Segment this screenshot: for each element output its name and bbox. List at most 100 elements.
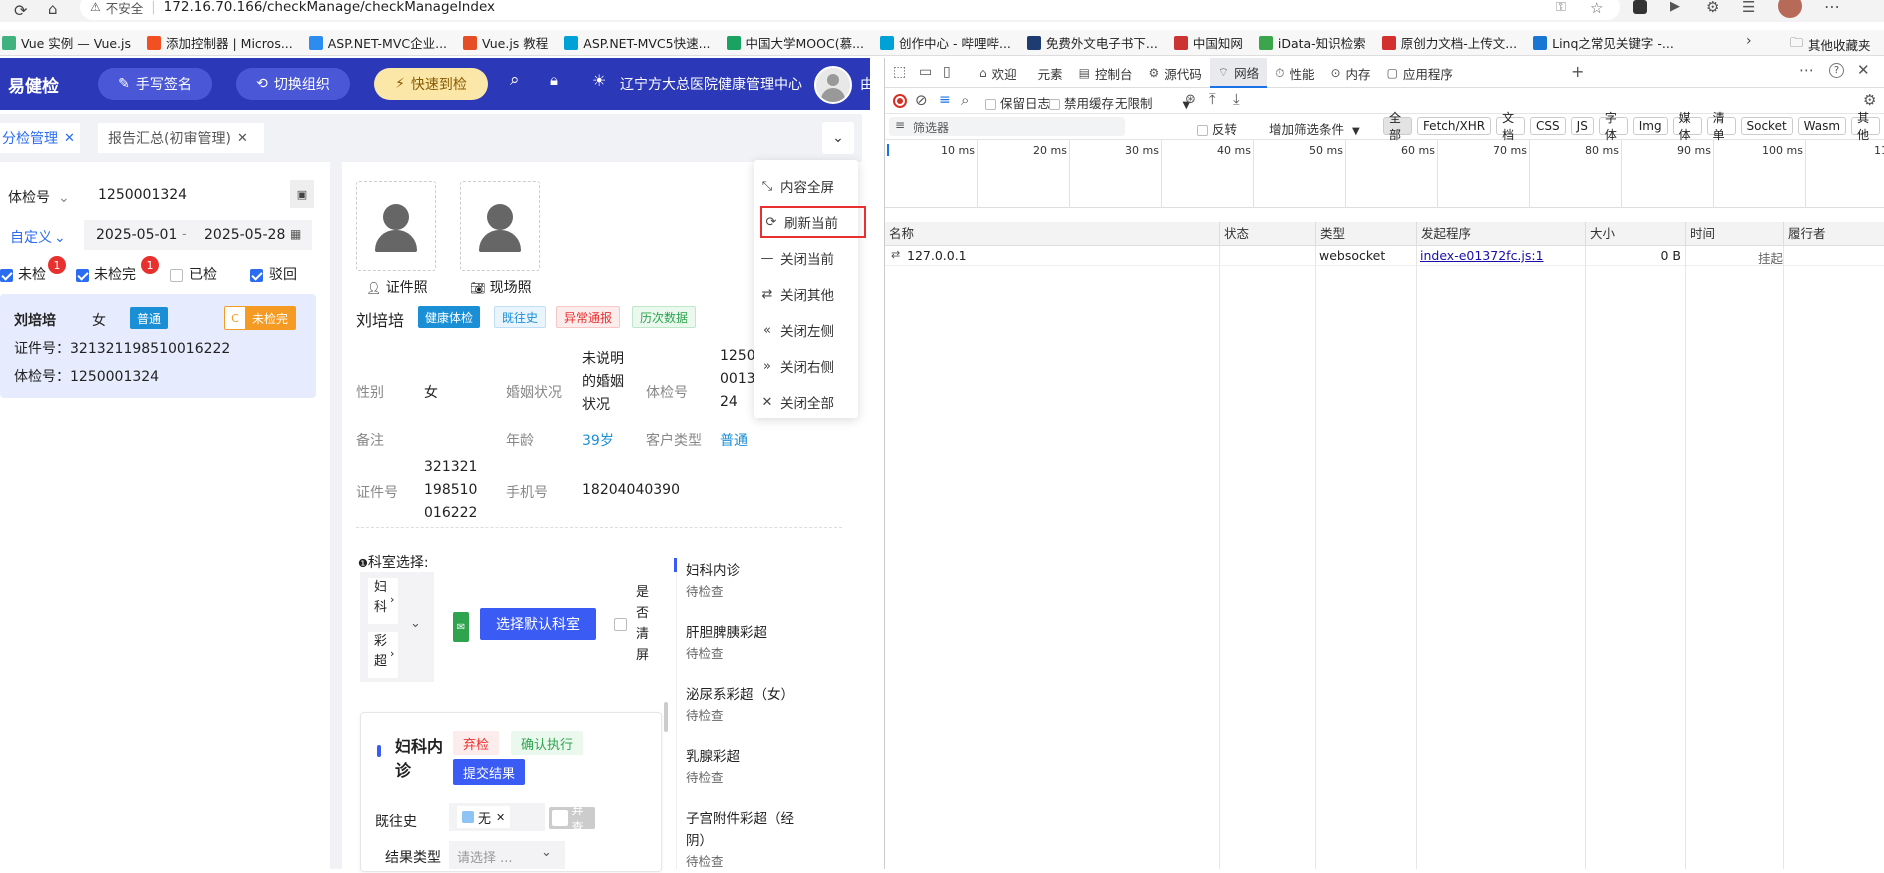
checkbox[interactable] [250, 269, 263, 282]
filter-incomplete[interactable]: 未检完 [76, 264, 136, 284]
dept-chip-ultrasound[interactable]: 彩超 › [368, 632, 398, 678]
column-header[interactable]: 发起程序 [1416, 222, 1471, 246]
type-filter[interactable]: 媒体 [1672, 111, 1702, 142]
other-bookmarks[interactable]: 其他收藏夹 [1808, 35, 1871, 54]
lock-icon[interactable]: 🔒︎ [550, 71, 558, 89]
devtools-tab[interactable]: ⏱ 性能 [1267, 58, 1322, 88]
column-header[interactable]: 类型 [1315, 222, 1345, 246]
tab-report-summary[interactable]: 报告汇总(初审管理) ✕ [98, 123, 264, 153]
date-range-input[interactable]: 2025-05-01 - 2025-05-28 ▦ [84, 220, 312, 250]
reload-icon[interactable]: ⟳ [14, 1, 27, 20]
exam-item[interactable]: 子宫附件彩超（经 阴） 待检查 [686, 808, 856, 873]
search-input[interactable]: 1250001324 [98, 187, 187, 203]
confirm-button[interactable]: 确认执行 [511, 731, 584, 755]
puzzle-icon[interactable]: ⚙ [1706, 0, 1719, 16]
type-filter[interactable]: 其他 [1851, 111, 1881, 142]
devtools-tab[interactable]: ▢ 应用程序 [1379, 58, 1461, 88]
column-header[interactable]: 履行者 [1783, 222, 1826, 246]
checkbox[interactable] [0, 269, 13, 282]
profile-avatar[interactable] [1778, 0, 1802, 18]
search-field-select[interactable]: 体检号 ⌄ [8, 187, 70, 207]
bookmark-item[interactable]: 添加控制器 | Micros... [147, 33, 293, 52]
sign-button[interactable]: ✎ 手写签名 [98, 68, 212, 100]
invert-checkbox[interactable]: 反转 [1197, 119, 1237, 138]
tag-history[interactable]: 既往史 [494, 306, 547, 328]
clear-screen-checkbox[interactable] [614, 618, 627, 631]
bookmark-item[interactable]: 原创力文档-上传文... [1381, 33, 1517, 52]
extensions-icon[interactable] [1633, 0, 1647, 14]
help-icon[interactable]: ? [1829, 63, 1844, 78]
abandon-button[interactable]: 弃检 [453, 731, 500, 755]
favorites-icon[interactable]: ☰ [1742, 0, 1755, 16]
bookmark-item[interactable]: ASP.NET-MVC企业... [308, 33, 447, 52]
tag-past-data[interactable]: 历次数据 [632, 306, 697, 328]
folder-icon[interactable]: 🗀 [1790, 34, 1803, 56]
initiator-link[interactable]: index-e01372fc.js:1 [1420, 248, 1544, 263]
filter-rejected[interactable]: 驳回 [250, 264, 297, 284]
close-icon[interactable]: ✕ [496, 811, 505, 824]
bookmark-item[interactable]: 创作中心 - 哔哩哔... [880, 33, 1011, 52]
filter-icon[interactable]: ≡ [939, 92, 951, 108]
context-menu-item[interactable]: ⤡ 内容全屏 [754, 168, 858, 204]
search-icon[interactable]: ⌕ [961, 91, 969, 109]
settings-icon[interactable]: ⚙ [1863, 91, 1876, 109]
tab-menu-toggle[interactable]: ⌄ [822, 122, 854, 154]
more-icon[interactable]: ⋯ [1824, 0, 1840, 16]
disable-cache[interactable]: 禁用缓存 [1049, 93, 1114, 112]
close-icon[interactable]: ✕ [1857, 61, 1870, 79]
wifi-settings-icon[interactable]: ⊛ [1185, 92, 1196, 107]
user-avatar[interactable] [814, 66, 852, 104]
devtools-tab[interactable]: ⌂ 欢迎 [971, 58, 1025, 88]
bookmark-item[interactable]: 中国知网 [1173, 33, 1243, 52]
devtools-tab[interactable]: ⌔ 网络 [1209, 58, 1268, 88]
type-filter[interactable]: Wasm [1797, 117, 1847, 135]
tag-health-check[interactable]: 健康体检 [418, 306, 481, 328]
more-icon[interactable]: ⋯ [1799, 61, 1814, 79]
devtools-tab[interactable]: ⊙ 内存 [1322, 58, 1378, 88]
bookmark-item[interactable]: Vue 实例 — Vue.js [2, 33, 131, 52]
more-filters[interactable]: 增加筛选条件 ▼ [1269, 119, 1360, 138]
add-tab-icon[interactable]: + [1571, 62, 1584, 81]
type-filter[interactable]: JS [1570, 117, 1594, 135]
result-type-select[interactable]: 请选择 ... ⌄ [449, 841, 565, 869]
context-menu-item[interactable]: ⟳ 刷新当前 [758, 204, 868, 240]
type-filter[interactable]: 全部 [1383, 111, 1412, 142]
exam-item[interactable]: 乳腺彩超 待检查 [686, 746, 856, 789]
exam-item[interactable]: 肝胆脾胰彩超 待检查 [686, 622, 856, 665]
column-header[interactable]: 名称 [885, 222, 914, 246]
type-filter[interactable]: 文档 [1496, 111, 1526, 142]
patient-card[interactable]: 刘培培 女 普通 C 未检完 证件号：321321198510016222 体检… [0, 294, 316, 398]
type-filter[interactable]: Fetch/XHR [1416, 117, 1492, 135]
filter-unchecked[interactable]: 未检 [0, 264, 46, 284]
tab-checkup-management[interactable]: 分检管理 ✕ [0, 123, 80, 153]
checkbox[interactable] [170, 269, 183, 282]
chevron-right-icon[interactable]: › [1746, 33, 1752, 49]
switch-org-button[interactable]: ⟲ 切换组织 [236, 68, 350, 100]
exam-item[interactable]: 泌尿系彩超（女） 待检查 [686, 684, 856, 727]
chevron-down-icon[interactable]: ⌄ [410, 616, 421, 631]
type-filter[interactable]: CSS [1530, 117, 1566, 135]
search-icon[interactable]: ⌕ [510, 70, 520, 90]
bookmark-item[interactable]: Vue.js 教程 [463, 33, 548, 52]
dept-chip-gynecology[interactable]: 妇科 › [368, 578, 398, 624]
bookmark-item[interactable]: 免费外文电子书下... [1026, 33, 1158, 52]
context-menu-item[interactable]: — 关闭当前 [754, 240, 858, 276]
address-field[interactable]: ⚠ 不安全 | 172.16.70.166/checkManage/checkM… [80, 0, 1620, 20]
id-photo[interactable] [356, 181, 436, 271]
id-card-icon[interactable]: ▣ [290, 180, 314, 208]
close-icon[interactable]: ✕ [64, 131, 75, 146]
context-menu-item[interactable]: » 关闭右侧 [754, 348, 858, 384]
bookmark-item[interactable]: 中国大学MOOC(慕... [726, 33, 864, 52]
type-filter[interactable]: Socket [1740, 117, 1793, 135]
tag-abnormal[interactable]: 异常通报 [556, 306, 621, 328]
close-icon[interactable]: ✕ [237, 131, 248, 146]
play-icon[interactable]: ▶ [1670, 0, 1680, 14]
bookmark-item[interactable]: iData-知识检索 [1258, 33, 1366, 52]
submit-button[interactable]: 提交结果 [453, 759, 526, 785]
devtools-tab[interactable]: ▤ 控制台 [1071, 58, 1141, 88]
context-menu-item[interactable]: ✕ 关闭全部 [754, 384, 858, 420]
abandon-toggle[interactable]: 弃查 [549, 803, 595, 834]
throttle-select[interactable]: 无限制 ▼ [1115, 93, 1190, 112]
inspect-icon[interactable]: ⬚ [893, 64, 906, 80]
download-icon[interactable]: ⤓ [1233, 90, 1240, 108]
